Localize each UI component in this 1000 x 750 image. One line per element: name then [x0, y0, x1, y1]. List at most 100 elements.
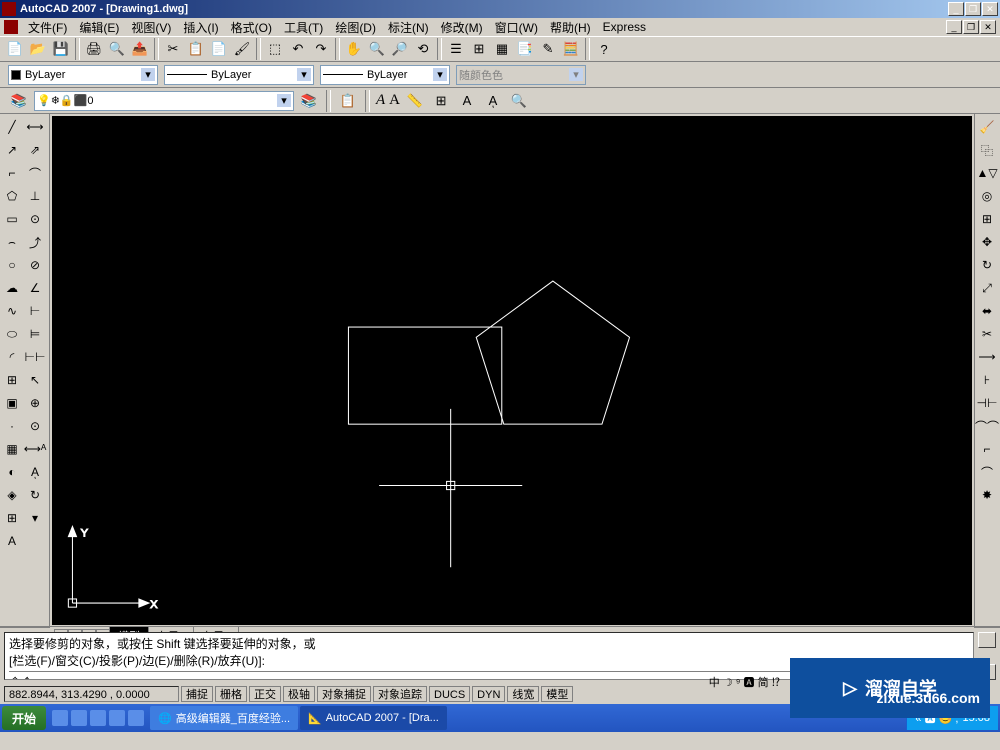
array-icon[interactable]: ⊞: [976, 208, 998, 230]
dim-angular-icon[interactable]: ∠: [24, 277, 46, 299]
menu-modify[interactable]: 修改(M): [435, 19, 489, 36]
circle-icon[interactable]: ○: [1, 254, 23, 276]
properties-button[interactable]: ☰: [445, 38, 467, 60]
grid-toggle[interactable]: 栅格: [215, 686, 247, 702]
zoom-prev-button[interactable]: ⟲: [412, 38, 434, 60]
line-icon[interactable]: ╱: [1, 116, 23, 138]
fillet-icon[interactable]: ⌒: [976, 461, 998, 483]
menu-express[interactable]: Express: [597, 20, 652, 34]
task-browser[interactable]: 🌐 高级编辑器_百度经验...: [150, 706, 298, 730]
start-button[interactable]: 开始: [2, 706, 46, 730]
qdim-icon[interactable]: ⊢: [24, 300, 46, 322]
polar-toggle[interactable]: 极轴: [283, 686, 315, 702]
osnap-toggle[interactable]: 对象捕捉: [317, 686, 371, 702]
match-prop-button[interactable]: 🖌: [231, 38, 253, 60]
mdi-close[interactable]: ✕: [980, 20, 996, 34]
explode-icon[interactable]: ✸: [976, 484, 998, 506]
save-button[interactable]: 💾: [50, 38, 72, 60]
mirror-icon[interactable]: ▲▽: [976, 162, 998, 184]
close-button[interactable]: ✕: [982, 2, 998, 16]
menu-insert[interactable]: 插入(I): [177, 19, 224, 36]
menu-draw[interactable]: 绘图(D): [329, 19, 382, 36]
ellipse-arc-icon[interactable]: ◜: [1, 346, 23, 368]
ql-icon-4[interactable]: [109, 710, 125, 726]
makeblock-icon[interactable]: ▣: [1, 392, 23, 414]
otrack-toggle[interactable]: 对象追踪: [373, 686, 427, 702]
rotate-icon[interactable]: ↻: [976, 254, 998, 276]
ql-icon-1[interactable]: [52, 710, 68, 726]
menu-format[interactable]: 格式(O): [225, 19, 278, 36]
dim-aligned-icon[interactable]: ⇗: [24, 139, 46, 161]
dim-baseline-icon[interactable]: ⊨: [24, 323, 46, 345]
center-mark-icon[interactable]: ⊙: [24, 415, 46, 437]
menu-edit[interactable]: 编辑(E): [73, 19, 125, 36]
gradient-icon[interactable]: ◐: [1, 461, 23, 483]
plot-preview-button[interactable]: 🔍: [106, 38, 128, 60]
redo-button[interactable]: ↷: [310, 38, 332, 60]
dim-edit-icon[interactable]: ⟷ᴬ: [24, 438, 46, 460]
block-editor-button[interactable]: ⬚: [264, 38, 286, 60]
dim-arc-icon[interactable]: ⌒: [24, 162, 46, 184]
table-icon[interactable]: ⊞: [1, 507, 23, 529]
extend-icon[interactable]: ⟶: [976, 346, 998, 368]
stretch-icon[interactable]: ⬌: [976, 300, 998, 322]
calc-button[interactable]: 🧮: [560, 38, 582, 60]
mdi-minimize[interactable]: _: [946, 20, 962, 34]
maximize-button[interactable]: ❐: [965, 2, 981, 16]
open-button[interactable]: 📂: [27, 38, 49, 60]
find-button[interactable]: 🔍: [508, 90, 530, 112]
menu-help[interactable]: 帮助(H): [544, 19, 597, 36]
dim-radius-icon[interactable]: ⊙: [24, 208, 46, 230]
move-icon[interactable]: ✥: [976, 231, 998, 253]
leader-icon[interactable]: ↖: [24, 369, 46, 391]
join-icon[interactable]: ⌒⌒: [976, 415, 998, 437]
ql-icon-5[interactable]: [128, 710, 144, 726]
dimstyle-combo-icon[interactable]: ▾: [24, 507, 46, 529]
sheet-set-button[interactable]: 📑: [514, 38, 536, 60]
pline-icon[interactable]: ⌐: [1, 162, 23, 184]
dim-update-icon[interactable]: ↻: [24, 484, 46, 506]
tolerance-icon[interactable]: ⊕: [24, 392, 46, 414]
dim-linear-icon[interactable]: ⟷: [24, 116, 46, 138]
color-combo[interactable]: ByLayer▾: [8, 65, 158, 85]
design-center-button[interactable]: ⊞: [468, 38, 490, 60]
ellipse-icon[interactable]: ⬭: [1, 323, 23, 345]
paste-button[interactable]: 📄: [208, 38, 230, 60]
minimize-button[interactable]: _: [948, 2, 964, 16]
ducs-toggle[interactable]: DUCS: [429, 686, 470, 702]
point-icon[interactable]: ·: [1, 415, 23, 437]
markup-button[interactable]: ✎: [537, 38, 559, 60]
xline-icon[interactable]: ↗: [1, 139, 23, 161]
zoom-window-button[interactable]: 🔎: [389, 38, 411, 60]
pan-button[interactable]: ✋: [343, 38, 365, 60]
plotstyle-combo[interactable]: 随颜色色▾: [456, 65, 586, 85]
ql-icon-3[interactable]: [90, 710, 106, 726]
menu-dimension[interactable]: 标注(N): [382, 19, 435, 36]
scroll-up-icon[interactable]: [978, 632, 996, 648]
dyn-toggle[interactable]: DYN: [472, 686, 505, 702]
menu-window[interactable]: 窗口(W): [489, 19, 544, 36]
layer-properties-button[interactable]: 📚: [8, 90, 30, 112]
trim-icon[interactable]: ✂: [976, 323, 998, 345]
undo-button[interactable]: ↶: [287, 38, 309, 60]
plot-button[interactable]: 🖨: [83, 38, 105, 60]
layer-states-button[interactable]: 📋: [337, 90, 359, 112]
copy-button[interactable]: 📋: [185, 38, 207, 60]
dim-continue-icon[interactable]: ⊢⊢: [24, 346, 46, 368]
snap-toggle[interactable]: 捕捉: [181, 686, 213, 702]
spline-icon[interactable]: ∿: [1, 300, 23, 322]
menu-view[interactable]: 视图(V): [125, 19, 177, 36]
tablestyle-button[interactable]: ⊞: [430, 90, 452, 112]
menu-file[interactable]: 文件(F): [22, 19, 73, 36]
erase-icon[interactable]: 🧹: [976, 116, 998, 138]
cut-button[interactable]: ✂: [162, 38, 184, 60]
layer-combo[interactable]: 💡❄🔒⬛ 0▾: [34, 91, 294, 111]
lwt-toggle[interactable]: 线宽: [507, 686, 539, 702]
ortho-toggle[interactable]: 正交: [249, 686, 281, 702]
rectangle-icon[interactable]: ▭: [1, 208, 23, 230]
chamfer-icon[interactable]: ⌐: [976, 438, 998, 460]
mdi-restore[interactable]: ❐: [963, 20, 979, 34]
tool-palette-button[interactable]: ▦: [491, 38, 513, 60]
layer-prev-button[interactable]: 📚: [298, 90, 320, 112]
dimstyle-button[interactable]: 📏: [404, 90, 426, 112]
